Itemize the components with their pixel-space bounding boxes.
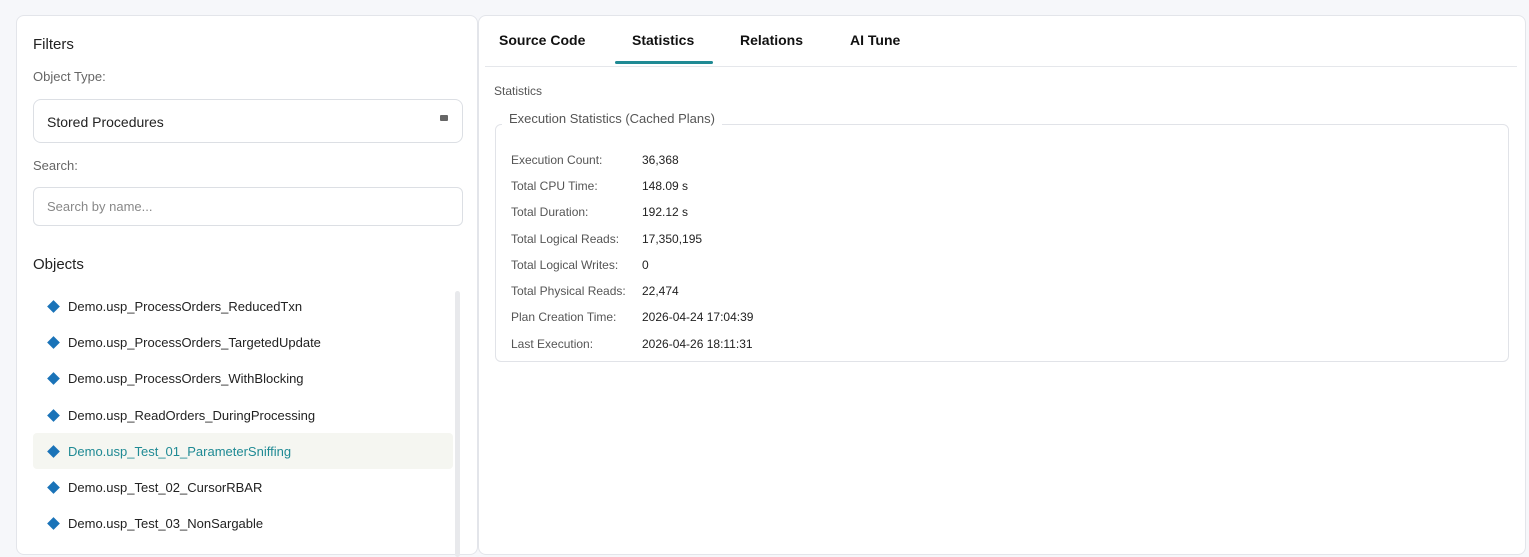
details-panel: Source Code Statistics Relations AI Tune… bbox=[478, 15, 1526, 555]
tab-bar: Source Code Statistics Relations AI Tune bbox=[479, 16, 1525, 66]
object-type-label: Object Type: bbox=[33, 69, 106, 84]
list-item[interactable]: Demo.usp_ProcessOrders_ReducedTxn bbox=[33, 288, 453, 324]
stat-key: Total Logical Reads: bbox=[511, 232, 620, 246]
diamond-icon bbox=[47, 444, 60, 458]
list-item-label: Demo.usp_ProcessOrders_ReducedTxn bbox=[68, 298, 303, 314]
list-item-label: Demo.usp_Test_01_ParameterSniffing bbox=[68, 443, 292, 459]
stat-row: Total Logical Reads: 17,350,195 bbox=[511, 232, 702, 250]
tab-ai-tune[interactable]: AI Tune bbox=[850, 32, 900, 48]
list-item[interactable]: Demo.usp_ProcessOrders_TargetedUpdate bbox=[33, 324, 453, 360]
list-item-label: Demo.usp_ProcessOrders_WithBlocking bbox=[68, 371, 304, 387]
stat-key: Plan Creation Time: bbox=[511, 310, 617, 324]
list-item-label: Demo.usp_ReadOrders_DuringProcessing bbox=[68, 407, 316, 423]
object-type-value: Stored Procedures bbox=[47, 114, 164, 130]
stat-row: Execution Count: 36,368 bbox=[511, 153, 679, 171]
list-item[interactable]: Demo.usp_Test_03_NonSargable bbox=[33, 506, 453, 542]
tab-statistics[interactable]: Statistics bbox=[632, 32, 694, 48]
chevron-down-icon bbox=[440, 115, 448, 121]
execution-statistics-group: Execution Statistics (Cached Plans) Exec… bbox=[495, 111, 1509, 362]
stat-key: Total Physical Reads: bbox=[511, 284, 626, 298]
search-input[interactable] bbox=[33, 187, 463, 226]
stat-value: 22,474 bbox=[642, 284, 679, 298]
object-type-select[interactable]: Stored Procedures bbox=[33, 99, 463, 143]
stat-row: Total CPU Time: 148.09 s bbox=[511, 179, 688, 197]
tab-relations[interactable]: Relations bbox=[740, 32, 803, 48]
stat-value: 192.12 s bbox=[642, 205, 689, 219]
stat-key: Total Duration: bbox=[511, 205, 589, 219]
stat-key: Last Execution: bbox=[511, 337, 594, 351]
stat-row: Last Execution: 2026-04-26 18:11:31 bbox=[511, 337, 753, 355]
tabs-divider bbox=[485, 66, 1517, 67]
stat-value: 148.09 s bbox=[642, 179, 689, 193]
tab-source-code[interactable]: Source Code bbox=[499, 32, 585, 48]
stat-value: 36,368 bbox=[642, 153, 679, 167]
stat-row: Plan Creation Time: 2026-04-24 17:04:39 bbox=[511, 310, 753, 328]
filters-panel: Filters Object Type: Stored Procedures S… bbox=[16, 15, 478, 557]
stat-value: 17,350,195 bbox=[642, 232, 703, 246]
list-item[interactable]: Demo.usp_ProcessOrders_WithBlocking bbox=[33, 361, 453, 397]
list-item-selected[interactable]: Demo.usp_Test_01_ParameterSniffing bbox=[33, 433, 453, 470]
stat-value: 0 bbox=[642, 258, 649, 272]
stat-row: Total Duration: 192.12 s bbox=[511, 205, 688, 223]
filters-title: Filters bbox=[33, 36, 74, 53]
stat-key: Total CPU Time: bbox=[511, 179, 598, 193]
statistics-section-label: Statistics bbox=[494, 84, 543, 98]
stat-key: Total Logical Writes: bbox=[511, 258, 619, 272]
stat-row: Total Physical Reads: 22,474 bbox=[511, 284, 679, 302]
objects-title: Objects bbox=[33, 256, 84, 273]
list-item-label: Demo.usp_ProcessOrders_TargetedUpdate bbox=[68, 334, 321, 350]
objects-scrollbar[interactable] bbox=[455, 291, 460, 557]
list-item-label: Demo.usp_Test_02_CursorRBAR bbox=[68, 480, 263, 496]
stat-value: 2026-04-26 18:11:31 bbox=[642, 337, 753, 351]
list-item[interactable]: Demo.usp_Test_02_CursorRBAR bbox=[33, 469, 453, 505]
diamond-icon bbox=[47, 517, 60, 531]
execution-statistics-title: Execution Statistics (Cached Plans) bbox=[502, 111, 722, 126]
search-label: Search: bbox=[33, 158, 78, 173]
diamond-icon bbox=[47, 408, 60, 422]
list-item[interactable]: Demo.usp_ReadOrders_DuringProcessing bbox=[33, 397, 453, 433]
diamond-icon bbox=[47, 299, 60, 313]
stat-value: 2026-04-24 17:04:39 bbox=[642, 310, 754, 324]
objects-list: Demo.usp_ProcessOrders_ReducedTxn Demo.u… bbox=[33, 288, 453, 542]
diamond-icon bbox=[47, 372, 60, 386]
diamond-icon bbox=[47, 481, 60, 494]
list-item-label: Demo.usp_Test_03_NonSargable bbox=[68, 516, 264, 532]
stat-row: Total Logical Writes: 0 bbox=[511, 258, 649, 276]
stat-key: Execution Count: bbox=[511, 153, 603, 167]
diamond-icon bbox=[47, 336, 60, 349]
active-tab-indicator bbox=[615, 61, 713, 64]
